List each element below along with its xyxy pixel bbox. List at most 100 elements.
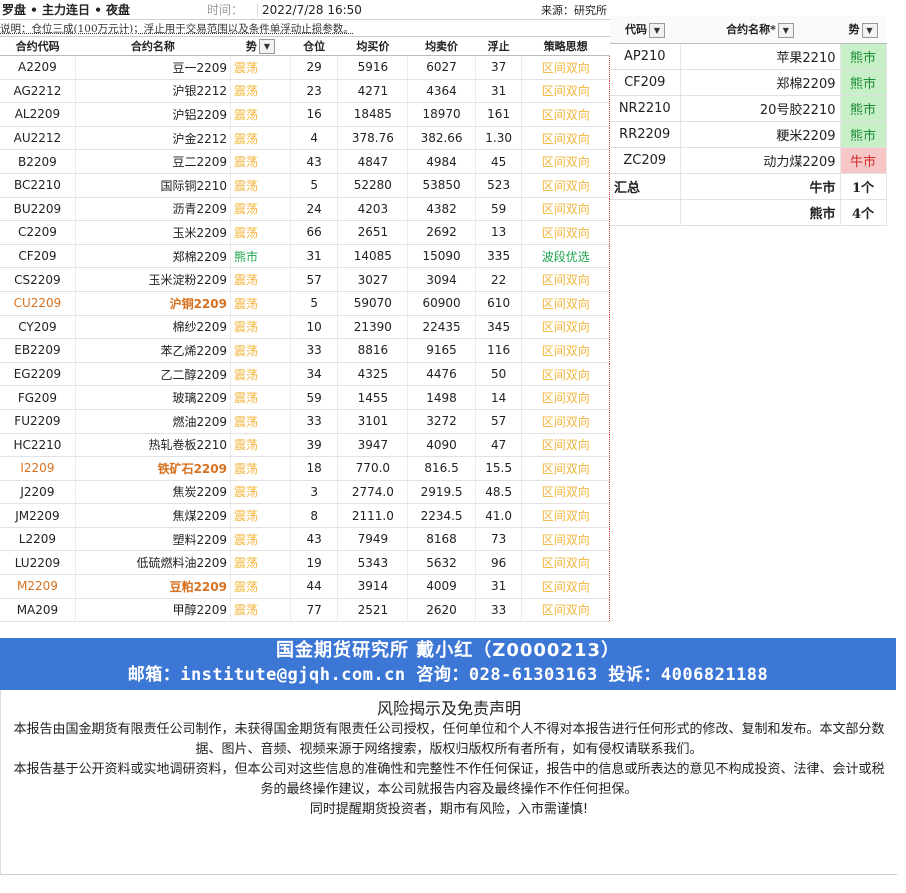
side-cell-name: 20号胶2210 (680, 95, 841, 122)
cell-trend: 熊市 (230, 244, 291, 269)
cell-name: 苯乙烯2209 (75, 338, 231, 363)
side-row: ZC209 动力煤2209 牛市 (610, 147, 887, 174)
cell-avg-sell: 8168 (407, 527, 476, 552)
cell-trend: 震荡 (230, 102, 291, 127)
table-row: HC2210 热轧卷板2210 震荡 39 3947 4090 47 区间双向 (0, 433, 610, 458)
disclaimer-box: 风险揭示及免责声明 本报告由国金期货有限责任公司制作，未获得国金期货有限责任公司… (0, 690, 897, 875)
cell-float-stop: 47 (475, 433, 523, 458)
cell-strategy: 区间双向 (521, 527, 610, 552)
cell-code: AL2209 (0, 102, 76, 127)
filter-dropdown-icon[interactable]: ▼ (777, 22, 794, 38)
cell-avg-sell: 2620 (407, 598, 476, 623)
cell-avg-buy: 378.76 (337, 126, 409, 151)
filter-dropdown-icon[interactable]: ▼ (649, 22, 665, 38)
cell-avg-buy: 52280 (337, 173, 409, 198)
cell-position: 23 (290, 79, 339, 104)
cell-position: 5 (290, 291, 339, 316)
cell-position: 34 (290, 362, 339, 387)
cell-float-stop: 96 (475, 550, 523, 576)
bear-label: 熊市 (680, 199, 841, 226)
cell-name: 豆一2209 (75, 55, 231, 80)
col-position: 仓位 (290, 37, 338, 56)
cell-avg-buy: 2521 (337, 598, 409, 623)
cell-trend: 震荡 (230, 338, 291, 363)
table-row: EG2209 乙二醇2209 震荡 34 4325 4476 50 区间双向 (0, 362, 610, 387)
cell-strategy: 区间双向 (521, 385, 610, 410)
cell-strategy: 区间双向 (521, 433, 610, 458)
side-cell-trend: 熊市 (840, 121, 887, 148)
cell-name: 焦煤2209 (75, 503, 231, 528)
side-cell-name: 动力煤2209 (680, 147, 841, 174)
filter-active-icon[interactable]: ▼ (861, 22, 878, 38)
cell-code: AU2212 (0, 126, 76, 151)
cell-avg-buy: 4271 (337, 79, 409, 104)
side-col-name[interactable]: 合约名称* ▼ (680, 16, 840, 44)
cell-avg-buy: 3914 (337, 574, 409, 599)
cell-avg-sell: 53850 (407, 173, 476, 198)
cell-float-stop: 523 (475, 173, 523, 198)
cell-avg-sell: 2234.5 (407, 503, 476, 528)
cell-float-stop: 31 (475, 79, 523, 104)
side-col-trend[interactable]: 势 ▼ (840, 16, 886, 44)
cell-trend: 震荡 (230, 503, 291, 528)
cell-name: 沪银2212 (75, 79, 231, 104)
bull-count: 1个 (840, 173, 887, 200)
cell-float-stop: 31 (475, 574, 523, 599)
cell-avg-buy: 770.0 (337, 456, 409, 481)
cell-avg-sell: 4009 (407, 574, 476, 599)
side-col-code[interactable]: 代码 ▼ (610, 16, 680, 44)
cell-trend: 震荡 (230, 126, 291, 151)
cell-trend: 震荡 (230, 149, 291, 174)
cell-strategy: 波段优选 (521, 244, 610, 269)
source-label: 来源：研究所 (541, 3, 607, 17)
cell-name: 棉纱2209 (75, 315, 231, 340)
table-row: LU2209 低硫燃料油2209 震荡 19 5343 5632 96 区间双向 (0, 550, 610, 576)
cell-avg-sell: 9165 (407, 338, 476, 363)
cell-avg-sell: 1498 (407, 385, 476, 410)
cell-float-stop: 161 (475, 102, 523, 127)
cell-trend: 震荡 (230, 173, 291, 198)
cell-avg-buy: 21390 (337, 315, 409, 340)
cell-name: 乙二醇2209 (75, 362, 231, 387)
cell-avg-buy: 2651 (337, 220, 409, 245)
cell-strategy: 区间双向 (521, 338, 610, 363)
cell-float-stop: 50 (475, 362, 523, 387)
bear-count: 4个 (840, 199, 887, 226)
table-header: 合约代码 合约名称 势 ▼ 仓位 均买价 均卖价 浮止 策略思想 (0, 37, 610, 56)
cell-position: 43 (290, 527, 339, 552)
cell-trend: 震荡 (230, 527, 291, 552)
cell-strategy: 区间双向 (521, 315, 610, 340)
table-row: A2209 豆一2209 震荡 29 5916 6027 37 区间双向 (0, 55, 610, 80)
cell-code: FG209 (0, 385, 76, 410)
cell-avg-buy: 14085 (337, 244, 409, 269)
banner-title: 国金期货研究所 戴小红（Z0000213） (276, 640, 620, 661)
side-cell-name: 粳米2209 (680, 121, 841, 148)
cell-avg-buy: 2774.0 (337, 480, 409, 505)
cell-avg-sell: 15090 (407, 244, 476, 269)
cell-strategy: 区间双向 (521, 480, 610, 505)
side-cell-name: 苹果2210 (680, 43, 841, 70)
cell-name: 郑棉2209 (75, 244, 231, 269)
cell-name: 焦炭2209 (75, 480, 231, 505)
cell-position: 5 (290, 173, 339, 198)
col-trend[interactable]: 势 ▼ (230, 37, 291, 56)
table-row: M2209 豆粕2209 震荡 44 3914 4009 31 区间双向 (0, 574, 610, 599)
cell-avg-sell: 3094 (407, 267, 476, 292)
cell-position: 44 (290, 574, 339, 599)
cell-float-stop: 345 (475, 315, 523, 340)
filter-dropdown-icon[interactable]: ▼ (258, 39, 275, 55)
cell-avg-sell: 2919.5 (407, 480, 476, 505)
table-row: I2209 铁矿石2209 震荡 18 770.0 816.5 15.5 区间双向 (0, 456, 610, 481)
col-code: 合约代码 (0, 37, 76, 56)
table-row: AL2209 沪铝2209 震荡 16 18485 18970 161 区间双向 (0, 102, 610, 127)
table-row: CY209 棉纱2209 震荡 10 21390 22435 345 区间双向 (0, 315, 610, 340)
cell-float-stop: 610 (475, 291, 523, 316)
cell-code: AG2212 (0, 79, 76, 104)
cell-avg-sell: 4476 (407, 362, 476, 387)
cell-avg-sell: 6027 (407, 55, 476, 80)
summary-label: 汇总 (610, 173, 681, 200)
cell-avg-sell: 382.66 (407, 126, 476, 151)
note-row: 说明：仓位三成(100万元计)；浮止用于交易范围以及条件单浮动止损参数。 (0, 20, 610, 37)
table-row: CU2209 沪铜2209 震荡 5 59070 60900 610 区间双向 (0, 291, 610, 316)
side-col-trend-label: 势 (848, 23, 860, 37)
